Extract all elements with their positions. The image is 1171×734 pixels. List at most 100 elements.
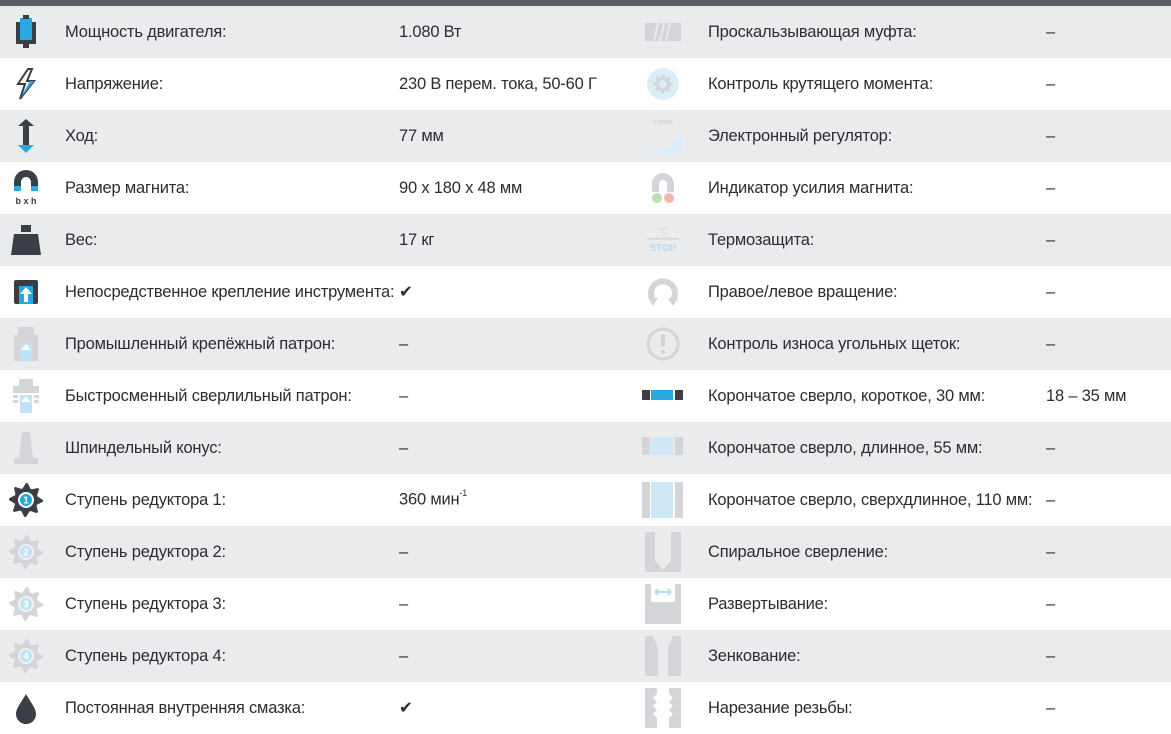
spec-value: – [1046, 438, 1055, 457]
spec-row: Нарезание резьбы: – [597, 682, 1171, 734]
svg-text:°C: °C [658, 226, 669, 236]
spec-row: 4 Ступень редуктора 4: – [0, 630, 597, 682]
spec-label: Вес: [65, 230, 98, 249]
spec-row: Развертывание: – [597, 578, 1171, 630]
spec-table: Мощность двигателя: 1.080 Вт Напряжение: 23… [0, 6, 1171, 734]
spec-label: Ступень редуктора 1: [65, 490, 226, 509]
spec-value: – [1046, 74, 1055, 93]
brush-wear-icon [637, 318, 689, 370]
core-drill-short-icon [637, 370, 689, 422]
spec-label: Нарезание резьбы: [708, 698, 853, 717]
spec-value: 230 В перем. тока, 50-60 Гц [399, 74, 606, 93]
spec-label: Ступень редуктора 3: [65, 594, 226, 613]
spec-row: 1 Ступень редуктора 1: 360 мин-1 [0, 474, 597, 526]
spec-value: – [1046, 334, 1055, 353]
spec-row: Промышленный крепёжный патрон: – [0, 318, 597, 370]
thermal-protection-icon: °C STOP [637, 214, 689, 266]
spec-value: – [399, 594, 408, 613]
slip-clutch-icon [637, 6, 689, 58]
svg-text:1: 1 [23, 496, 29, 507]
lubrication-drop-icon [0, 682, 52, 734]
motor-power-icon [0, 6, 52, 58]
spec-row: Индикатор усилия магнита: – [597, 162, 1171, 214]
spec-column-left: Мощность двигателя: 1.080 Вт Напряжение: 23… [0, 6, 606, 734]
spec-row: Проскальзывающая муфта: – [597, 6, 1171, 58]
spec-row: Корончатое сверло, короткое, 30 мм: 18 – … [597, 370, 1171, 422]
spec-row: Ход: 77 мм [0, 110, 597, 162]
spec-row: Контроль износа угольных щеток: – [597, 318, 1171, 370]
spec-label: Спиральное сверление: [708, 542, 889, 561]
gear-3-icon: 3 [0, 578, 52, 630]
spec-value: – [1046, 542, 1055, 561]
magnet-indicator-icon [637, 162, 689, 214]
spec-value: – [1046, 646, 1055, 665]
spec-label: Размер магнита: [65, 178, 190, 197]
spec-label: Ступень редуктора 4: [65, 646, 226, 665]
spec-label: Развертывание: [708, 594, 829, 613]
spec-row: v-max Электронный регулятор: – [597, 110, 1171, 162]
spec-value: 77 мм [399, 126, 444, 145]
spec-label: Ход: [65, 126, 99, 145]
spec-value: ✔ [399, 699, 413, 717]
spec-label: Промышленный крепёжный патрон: [65, 334, 336, 353]
spec-value: – [399, 646, 408, 665]
spec-row: Правое/левое вращение: – [597, 266, 1171, 318]
spec-row: Зенкование: – [597, 630, 1171, 682]
spec-value: 18 – 35 мм [1046, 386, 1127, 405]
spec-label: Корончатое сверло, длинное, 55 мм: [708, 438, 983, 457]
spec-label: Мощность двигателя: [65, 22, 227, 41]
gear-1-icon: 1 [0, 474, 52, 526]
spec-value: ✔ [399, 283, 413, 301]
electronic-regulator-icon: v-max [637, 110, 689, 162]
gear-4-icon: 4 [0, 630, 52, 682]
spec-label: Ступень редуктора 2: [65, 542, 226, 561]
industrial-chuck-icon [0, 318, 52, 370]
countersinking-icon [637, 630, 689, 682]
spec-label: Корончатое сверло, сверхдлинное, 110 мм: [708, 490, 1033, 509]
svg-text:4: 4 [23, 652, 29, 663]
spec-row: Спиральное сверление: – [597, 526, 1171, 578]
spec-label: Корончатое сверло, короткое, 30 мм: [708, 386, 986, 405]
spec-label: Проскальзывающая муфта: [708, 22, 917, 41]
spec-value: – [1046, 230, 1055, 249]
spec-value: – [1046, 126, 1055, 145]
spec-row: Мощность двигателя: 1.080 Вт [0, 6, 597, 58]
spec-row: 2 Ступень редуктора 2: – [0, 526, 597, 578]
svg-text:b x h: b x h [15, 196, 36, 206]
spec-label: Индикатор усилия магнита: [708, 178, 914, 197]
spec-label: Зенкование: [708, 646, 801, 665]
stroke-arrow-icon [0, 110, 52, 162]
spec-column-right: Проскальзывающая муфта: – Контроль крутяще… [597, 6, 1171, 734]
spec-row: Корончатое сверло, сверхдлинное, 110 мм:… [597, 474, 1171, 526]
spec-row: Контроль крутящего момента: – [597, 58, 1171, 110]
spec-label: Шпиндельный конус: [65, 438, 222, 457]
twist-drilling-icon [637, 526, 689, 578]
spec-row: Постоянная внутренняя смазка: ✔ [0, 682, 597, 734]
tapping-icon [637, 682, 689, 734]
svg-text:v-max: v-max [653, 119, 673, 126]
voltage-lightning-icon [0, 58, 52, 110]
spec-row: Шпиндельный конус: – [0, 422, 597, 474]
magnet-size-icon: b x h [0, 162, 52, 214]
spec-row: Быстросменный сверлильный патрон: – [0, 370, 597, 422]
core-drill-long-icon [637, 422, 689, 474]
spec-label: Электронный регулятор: [708, 126, 893, 145]
svg-text:3: 3 [23, 600, 29, 611]
unit-superscript: -1 [459, 488, 467, 499]
rotation-direction-icon [637, 266, 689, 318]
svg-text:2: 2 [23, 548, 29, 559]
spec-row: 3 Ступень редуктора 3: – [0, 578, 597, 630]
spec-value: – [1046, 178, 1055, 197]
weight-icon [0, 214, 52, 266]
spec-row: Корончатое сверло, длинное, 55 мм: – [597, 422, 1171, 474]
direct-tool-mount-icon [0, 266, 52, 318]
spec-value: 1.080 Вт [399, 22, 462, 41]
spec-value: 17 кг [399, 230, 435, 249]
spec-value: – [1046, 282, 1055, 301]
torque-control-icon [637, 58, 689, 110]
spec-value: – [1046, 490, 1055, 509]
spec-label: Правое/левое вращение: [708, 282, 898, 301]
spec-row: °C STOP Термозащита: – [597, 214, 1171, 266]
spec-label: Контроль износа угольных щеток: [708, 334, 961, 353]
spec-label: Контроль крутящего момента: [708, 74, 934, 93]
